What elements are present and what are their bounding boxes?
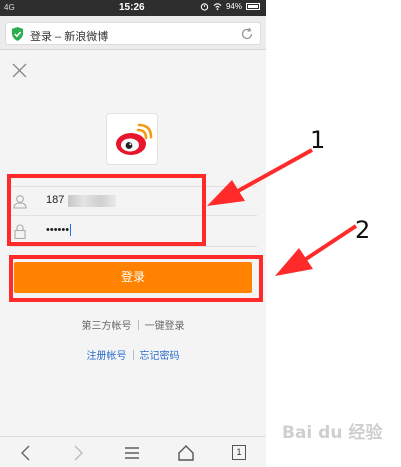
forgot-password-link[interactable]: 忘记密码 xyxy=(140,351,180,362)
browser-bottom-bar: 1 xyxy=(0,436,266,467)
text-caret xyxy=(70,224,72,237)
user-icon xyxy=(13,195,27,209)
account-links-row: 注册帐号 忘记密码 xyxy=(0,347,266,362)
baidu-watermark: Bai du 经验 xyxy=(282,423,383,443)
lock-icon xyxy=(14,224,26,239)
username-value: 187 xyxy=(46,194,65,206)
clock: 15:26 xyxy=(119,2,145,13)
menu-icon[interactable] xyxy=(124,445,140,461)
arrow-line-2 xyxy=(304,224,358,261)
url-box[interactable]: 登录 – 新浪微博 xyxy=(5,22,261,45)
annotation-number-1: 1 xyxy=(310,126,326,154)
login-button[interactable]: 登录 xyxy=(14,262,252,293)
home-icon[interactable] xyxy=(178,445,194,461)
refresh-icon[interactable] xyxy=(240,27,254,41)
username-field[interactable]: 187 xyxy=(10,186,257,216)
username-blur-mask xyxy=(68,195,116,207)
weibo-logo xyxy=(106,113,158,165)
alarm-icon xyxy=(200,3,209,11)
tabs-counter-button[interactable]: 1 xyxy=(232,445,246,460)
status-bar: 4G 15:26 94% xyxy=(0,0,266,16)
secure-shield-icon xyxy=(11,27,24,41)
register-link[interactable]: 注册帐号 xyxy=(87,351,127,362)
page-title: 登录 – 新浪微博 xyxy=(30,31,109,43)
close-icon[interactable] xyxy=(12,63,27,78)
weibo-eye-icon xyxy=(116,123,153,155)
back-icon[interactable] xyxy=(18,445,34,461)
battery-icon xyxy=(246,3,260,10)
password-value: •••••• xyxy=(46,224,72,237)
divider xyxy=(137,320,139,330)
arrow-head-2 xyxy=(275,248,313,276)
third-party-row: 第三方帐号 一键登录 xyxy=(0,317,266,332)
annotation-number-2: 2 xyxy=(355,216,371,244)
status-icons: 94% xyxy=(200,2,260,11)
wifi-icon xyxy=(213,3,222,11)
divider xyxy=(132,350,134,360)
password-field[interactable]: •••••• xyxy=(10,217,257,247)
one-click-login-link[interactable]: 一键登录 xyxy=(145,321,185,332)
login-page: 187 •••••• 登录 第三方帐号 一键登录 注册帐号 忘记密码 xyxy=(0,51,266,436)
forward-icon[interactable] xyxy=(70,445,86,461)
carrier-label: 4G xyxy=(4,3,15,12)
battery-percent: 94% xyxy=(225,2,242,11)
third-party-account-link[interactable]: 第三方帐号 xyxy=(82,321,132,332)
phone-screen: 4G 15:26 94% 登录 – 新浪微博 187 •••••• 登录 第三方… xyxy=(0,0,266,467)
browser-address-bar: 登录 – 新浪微博 xyxy=(0,16,266,50)
